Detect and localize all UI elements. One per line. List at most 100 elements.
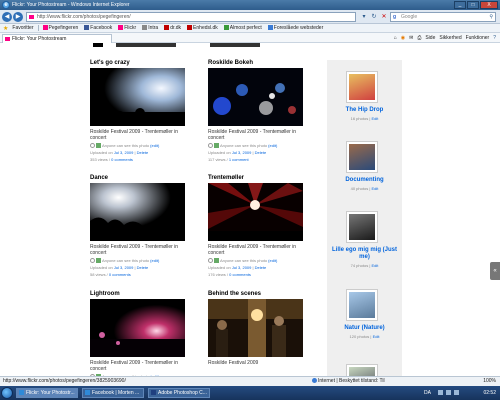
photoset-title[interactable]: Documenting (327, 177, 402, 184)
photo-thumbnail[interactable] (208, 299, 303, 357)
scroll-side-tab-icon[interactable]: « (490, 262, 500, 280)
photoset-title[interactable]: The Hip Drop (327, 107, 402, 114)
upload-date-link[interactable]: Jul 3, 2009 (114, 150, 134, 155)
photoset-title[interactable]: Natur (Nature) (327, 325, 402, 332)
taskbar-button[interactable]: Facebook | Morten ... (82, 388, 144, 398)
command-bar: Flickr: Your Photostream ⌂ ◉ ✉ ⎙ Side Si… (0, 33, 500, 43)
favorite-label: Flickr (124, 25, 137, 31)
favorite-link[interactable]: dr.dk (164, 25, 181, 31)
search-icon[interactable]: ⚲ (489, 13, 493, 21)
language-indicator[interactable]: DA (424, 386, 431, 400)
edit-privacy-link[interactable]: (edit) (150, 143, 159, 148)
upload-date-link[interactable]: Jul 3, 2009 (114, 265, 134, 270)
photoset-thumbnail[interactable] (346, 289, 378, 321)
photo-thumbnail[interactable] (90, 183, 185, 241)
zoom-level[interactable]: 100% (483, 377, 496, 386)
stop-icon[interactable]: ✕ (380, 12, 388, 22)
google-icon: g (393, 14, 397, 20)
favorite-link[interactable]: Intra (142, 25, 158, 31)
photo-card: Lightroom Roskilde Festival 2009 - Trente… (90, 291, 202, 376)
delete-link[interactable]: Delete (255, 150, 267, 155)
refresh-icon[interactable]: ↻ (370, 12, 378, 22)
photo-title[interactable]: Behind the scenes (208, 291, 261, 297)
delete-link[interactable]: Delete (137, 265, 149, 270)
back-icon[interactable]: ◀ (2, 12, 12, 22)
page-content: Let's go crazy Roskilde Festival 2009 - T… (0, 43, 490, 376)
maximize-button[interactable]: □ (467, 1, 479, 9)
photo-description: Roskilde Festival 2009 - Trentemøller in… (90, 360, 179, 372)
minimize-button[interactable]: _ (454, 1, 466, 9)
page-menu[interactable]: Side (425, 34, 435, 42)
photoset-edit-link[interactable]: Edit (373, 334, 380, 339)
taskbar-button[interactable]: Adobe Photoshop C... (148, 388, 210, 398)
mail-icon[interactable]: ✉ (409, 34, 413, 42)
favorite-link[interactable]: Foreslåede websteder (267, 25, 324, 31)
photoset-thumbnail[interactable] (346, 71, 378, 103)
feeds-icon[interactable]: ◉ (401, 34, 405, 42)
upload-date-link[interactable]: Jul 3, 2009 (232, 265, 252, 270)
forward-icon[interactable]: ▶ (13, 12, 23, 22)
photoset-thumbnail[interactable] (346, 211, 378, 243)
tab-flickr-photostream[interactable]: Flickr: Your Photostream (2, 34, 112, 43)
photo-title[interactable]: Trentemøller (208, 175, 244, 181)
photoset-thumbnail[interactable] (346, 141, 378, 173)
print-icon[interactable]: ⎙ (417, 34, 421, 42)
delete-link[interactable]: Delete (255, 265, 267, 270)
window-controls: _ □ X (454, 1, 498, 9)
photo-title[interactable]: Roskilde Bokeh (208, 60, 253, 66)
photoset-edit-link[interactable]: Edit (371, 186, 378, 191)
comments-link[interactable]: 0 comments (229, 272, 251, 277)
security-icon[interactable] (454, 390, 459, 395)
photo-title[interactable]: Let's go crazy (90, 60, 130, 66)
search-field[interactable]: g Google ⚲ (390, 12, 496, 22)
favorite-link[interactable]: Almost perfect (223, 25, 262, 31)
photoset-edit-link[interactable]: Edit (371, 263, 378, 268)
dropdown-arrow-icon[interactable]: ▾ (360, 12, 368, 22)
clock[interactable]: 02:52 (483, 386, 496, 400)
taskbar-button[interactable]: Flickr: Your Photostr... (16, 388, 78, 398)
photoset-title[interactable]: Lille ego mig mig (Just me) (327, 247, 402, 261)
favorite-link[interactable]: Pegefingeren (42, 25, 78, 31)
zone-text: Internet | Beskyttet tilstand: Til (318, 378, 385, 384)
help-icon[interactable]: ? (493, 34, 496, 42)
globe-icon (312, 378, 317, 384)
photoset-count-row: 16 photos | Edit (350, 116, 379, 121)
volume-icon[interactable] (446, 390, 451, 395)
edit-privacy-link[interactable]: (edit) (268, 143, 277, 148)
url-field[interactable]: http://www.flickr.com/photos/pegefingere… (26, 12, 356, 22)
favorite-label: Foreslåede websteder (273, 25, 324, 31)
comments-link[interactable]: 0 comments (109, 272, 131, 277)
flickr-tab-icon (5, 37, 10, 41)
photo-thumbnail[interactable] (90, 68, 185, 126)
photo-title[interactable]: Lightroom (90, 291, 120, 297)
home-icon[interactable]: ⌂ (394, 34, 397, 42)
favorites-separator (37, 25, 39, 31)
comments-link[interactable]: 0 comments (111, 157, 133, 162)
edit-privacy-link[interactable]: (edit) (150, 258, 159, 263)
favorite-link[interactable]: Enhedsl.dk (187, 25, 218, 31)
comments-link[interactable]: 1 comment (229, 157, 249, 162)
tools-menu[interactable]: Funktioner (466, 34, 490, 42)
photoset-thumbnail[interactable] (346, 364, 378, 376)
photo-thumbnail[interactable] (90, 299, 185, 357)
public-icon (96, 143, 101, 148)
favorites-star-icon[interactable]: ★ (3, 25, 8, 32)
favorites-button[interactable]: Favoritter (12, 25, 33, 31)
taskbar-app-icon (85, 390, 90, 395)
network-icon[interactable] (438, 390, 443, 395)
photo-title[interactable]: Dance (90, 175, 108, 181)
favorite-link[interactable]: Flickr (118, 25, 136, 31)
upload-date-link[interactable]: Jul 3, 2009 (232, 150, 252, 155)
safety-menu[interactable]: Sikkerhed (439, 34, 461, 42)
edit-privacy-link[interactable]: (edit) (268, 258, 277, 263)
photo-thumbnail[interactable] (208, 68, 303, 126)
taskbar-button-label: Adobe Photoshop C... (158, 390, 207, 396)
favorite-link[interactable]: Facebook (84, 25, 112, 31)
photo-thumbnail[interactable] (208, 183, 303, 241)
sets-sidebar: The Hip Drop 16 photos | Edit Documenting 4… (327, 60, 402, 376)
start-button[interactable] (1, 387, 13, 399)
close-button[interactable]: X (480, 1, 498, 9)
photoset-edit-link[interactable]: Edit (371, 116, 378, 121)
delete-link[interactable]: Delete (137, 150, 149, 155)
uploaded-label: Uploaded on (208, 265, 231, 270)
